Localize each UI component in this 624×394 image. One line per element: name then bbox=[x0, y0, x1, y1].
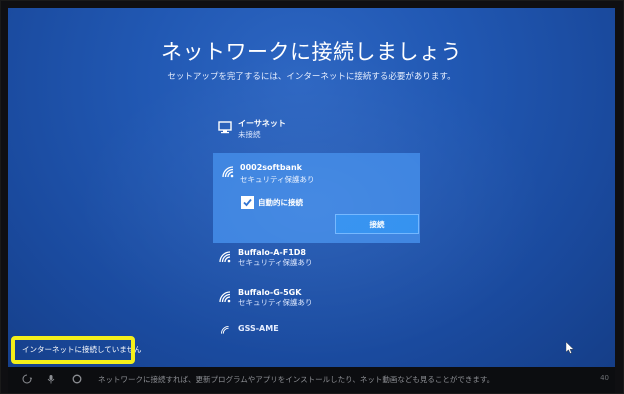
auto-connect-label: 自動的に接続 bbox=[258, 198, 303, 207]
mouse-cursor-icon bbox=[566, 342, 574, 354]
network-status: セキュリティ保護あり bbox=[238, 298, 313, 307]
network-name: Buffalo-G-5GK bbox=[238, 288, 302, 297]
wifi-icon bbox=[220, 325, 229, 334]
ease-of-access-icon[interactable] bbox=[22, 374, 32, 384]
network-item-ethernet[interactable]: イーサネット 未接続 bbox=[218, 118, 418, 144]
network-name: イーサネット bbox=[238, 119, 286, 128]
ethernet-icon bbox=[218, 121, 232, 134]
wifi-icon bbox=[222, 166, 234, 178]
network-status: 未接続 bbox=[238, 130, 261, 139]
microphone-icon[interactable] bbox=[46, 374, 56, 384]
page-title: ネットワークに接続しましょう bbox=[161, 40, 462, 64]
connect-button[interactable]: 接続 bbox=[335, 214, 419, 234]
page-subtitle: セットアップを完了するには、インターネットに接続する必要があります。 bbox=[167, 72, 456, 82]
network-status: セキュリティ保護あり bbox=[238, 258, 313, 267]
network-item-selected[interactable]: 0002softbank セキュリティ保護あり 自動的に接続 接続 bbox=[213, 153, 420, 243]
network-name: Buffalo-A-F1D8 bbox=[238, 248, 306, 257]
monitor-bezel: ネットワークに接続しましょう セットアップを完了するには、インターネットに接続す… bbox=[1, 1, 623, 393]
wifi-icon bbox=[219, 291, 231, 303]
network-status: セキュリティ保護あり bbox=[240, 175, 315, 184]
wifi-icon bbox=[219, 251, 231, 263]
taskbar-message: ネットワークに接続すれば、更新プログラムやアプリをインストールしたり、ネット動画… bbox=[98, 375, 495, 384]
network-item-gss[interactable]: GSS-AME bbox=[218, 324, 418, 336]
highlight-annotation bbox=[11, 336, 135, 364]
taskbar: ネットワークに接続すれば、更新プログラムやアプリをインストールしたり、ネット動画… bbox=[8, 367, 615, 393]
cortana-circle-icon[interactable] bbox=[72, 374, 82, 384]
volume-indicator[interactable]: 40 bbox=[600, 374, 609, 382]
network-item-buffalo-a[interactable]: Buffalo-A-F1D8 セキュリティ保護あり bbox=[218, 248, 418, 274]
check-icon bbox=[243, 198, 252, 207]
network-name: GSS-AME bbox=[238, 324, 279, 333]
setup-screen: ネットワークに接続しましょう セットアップを完了するには、インターネットに接続す… bbox=[8, 8, 615, 367]
auto-connect-checkbox[interactable] bbox=[241, 196, 254, 209]
network-name: 0002softbank bbox=[240, 163, 302, 172]
network-item-buffalo-g[interactable]: Buffalo-G-5GK セキュリティ保護あり bbox=[218, 288, 418, 314]
